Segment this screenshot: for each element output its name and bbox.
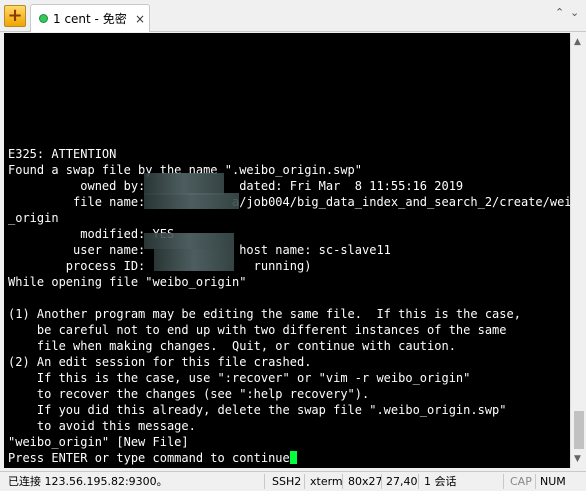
- terminal-line: user name: host name: sc-slave11: [73, 243, 391, 257]
- tab-scroll-up-icon[interactable]: ⌃: [555, 6, 564, 20]
- redacted-area: [144, 233, 234, 249]
- status-divider: [264, 474, 265, 489]
- session-count-status: 1 会话: [424, 475, 457, 488]
- connected-status-icon: [39, 14, 48, 23]
- status-divider: [503, 474, 504, 489]
- connection-status: 已连接 123.56.195.82:9300。: [8, 475, 168, 488]
- terminal-line: owned by: dated: Fri Mar 8 11:55:16 2019: [8, 179, 464, 193]
- terminal-line: process ID: running): [65, 259, 312, 273]
- status-bar: 已连接 123.56.195.82:9300。 SSH2 xterm 80x27…: [0, 471, 586, 491]
- terminal-line: If this is the case, use ":recover" or "…: [8, 371, 471, 385]
- terminal-line: (2) An edit session for this file crashe…: [8, 355, 312, 369]
- scrollbar-thumb[interactable]: [574, 411, 584, 449]
- terminal-line: modified: YES: [8, 227, 175, 241]
- redacted-area: [144, 173, 224, 195]
- new-session-button[interactable]: +: [4, 5, 26, 27]
- terminal-line: to recover the changes (see ":help recov…: [8, 387, 370, 401]
- terminal-line: Found a swap file by the name ".weibo_or…: [8, 163, 363, 177]
- tab-bar: + 1 cent - 免密 × ⌃ ⌄: [0, 0, 586, 32]
- close-icon[interactable]: ×: [135, 11, 145, 27]
- num-lock-indicator: NUM: [540, 475, 566, 488]
- terminal-prompt-line: Press ENTER or type command to continue: [8, 450, 570, 466]
- protocol-status: SSH2: [272, 475, 302, 488]
- vertical-scrollbar[interactable]: ▲ ▼: [570, 33, 586, 468]
- plus-icon: +: [7, 5, 23, 26]
- terminal-line: to avoid this message.: [8, 419, 196, 433]
- status-divider: [418, 474, 419, 489]
- terminal-type-status: xterm: [310, 475, 343, 488]
- scroll-up-arrow-icon[interactable]: ▲: [574, 37, 581, 47]
- terminal-line: While opening file "weibo_origin": [8, 275, 247, 289]
- terminal-size-status: 80x27: [348, 475, 383, 488]
- terminal-line: (1) Another program may be editing the s…: [8, 307, 521, 321]
- terminal-line: _origin: [8, 211, 59, 225]
- status-divider: [342, 474, 343, 489]
- status-divider: [535, 474, 536, 489]
- terminal-prompt: Press ENTER or type command to continue: [8, 451, 290, 465]
- cursor-position-status: 27,40: [386, 475, 418, 488]
- terminal-line: file when making changes. Quit, or conti…: [8, 339, 456, 353]
- terminal-lines: E325: ATTENTION Found a swap file by the…: [8, 146, 570, 466]
- status-divider: [304, 474, 305, 489]
- redacted-area: [144, 193, 239, 209]
- terminal-line: If you did this already, delete the swap…: [8, 403, 507, 417]
- terminal-line: E325: ATTENTION: [8, 147, 117, 161]
- scroll-down-arrow-icon[interactable]: ▼: [574, 454, 581, 464]
- status-divider: [381, 474, 382, 489]
- tab-title: 1 cent - 免密: [53, 12, 127, 26]
- terminal-output[interactable]: E325: ATTENTION Found a swap file by the…: [4, 33, 570, 468]
- tab-session[interactable]: 1 cent - 免密 ×: [30, 4, 150, 32]
- terminal-line: be careful not to end up with two differ…: [8, 323, 507, 337]
- redacted-area: [154, 249, 234, 271]
- caps-lock-indicator: CAP: [510, 475, 532, 488]
- terminal-cursor: [289, 451, 297, 464]
- terminal-line: file name: a/job004/big_data_index_and_s…: [8, 195, 570, 209]
- tab-scroll-down-icon[interactable]: ⌄: [570, 6, 579, 20]
- terminal-line: "weibo_origin" [New File]: [8, 435, 189, 449]
